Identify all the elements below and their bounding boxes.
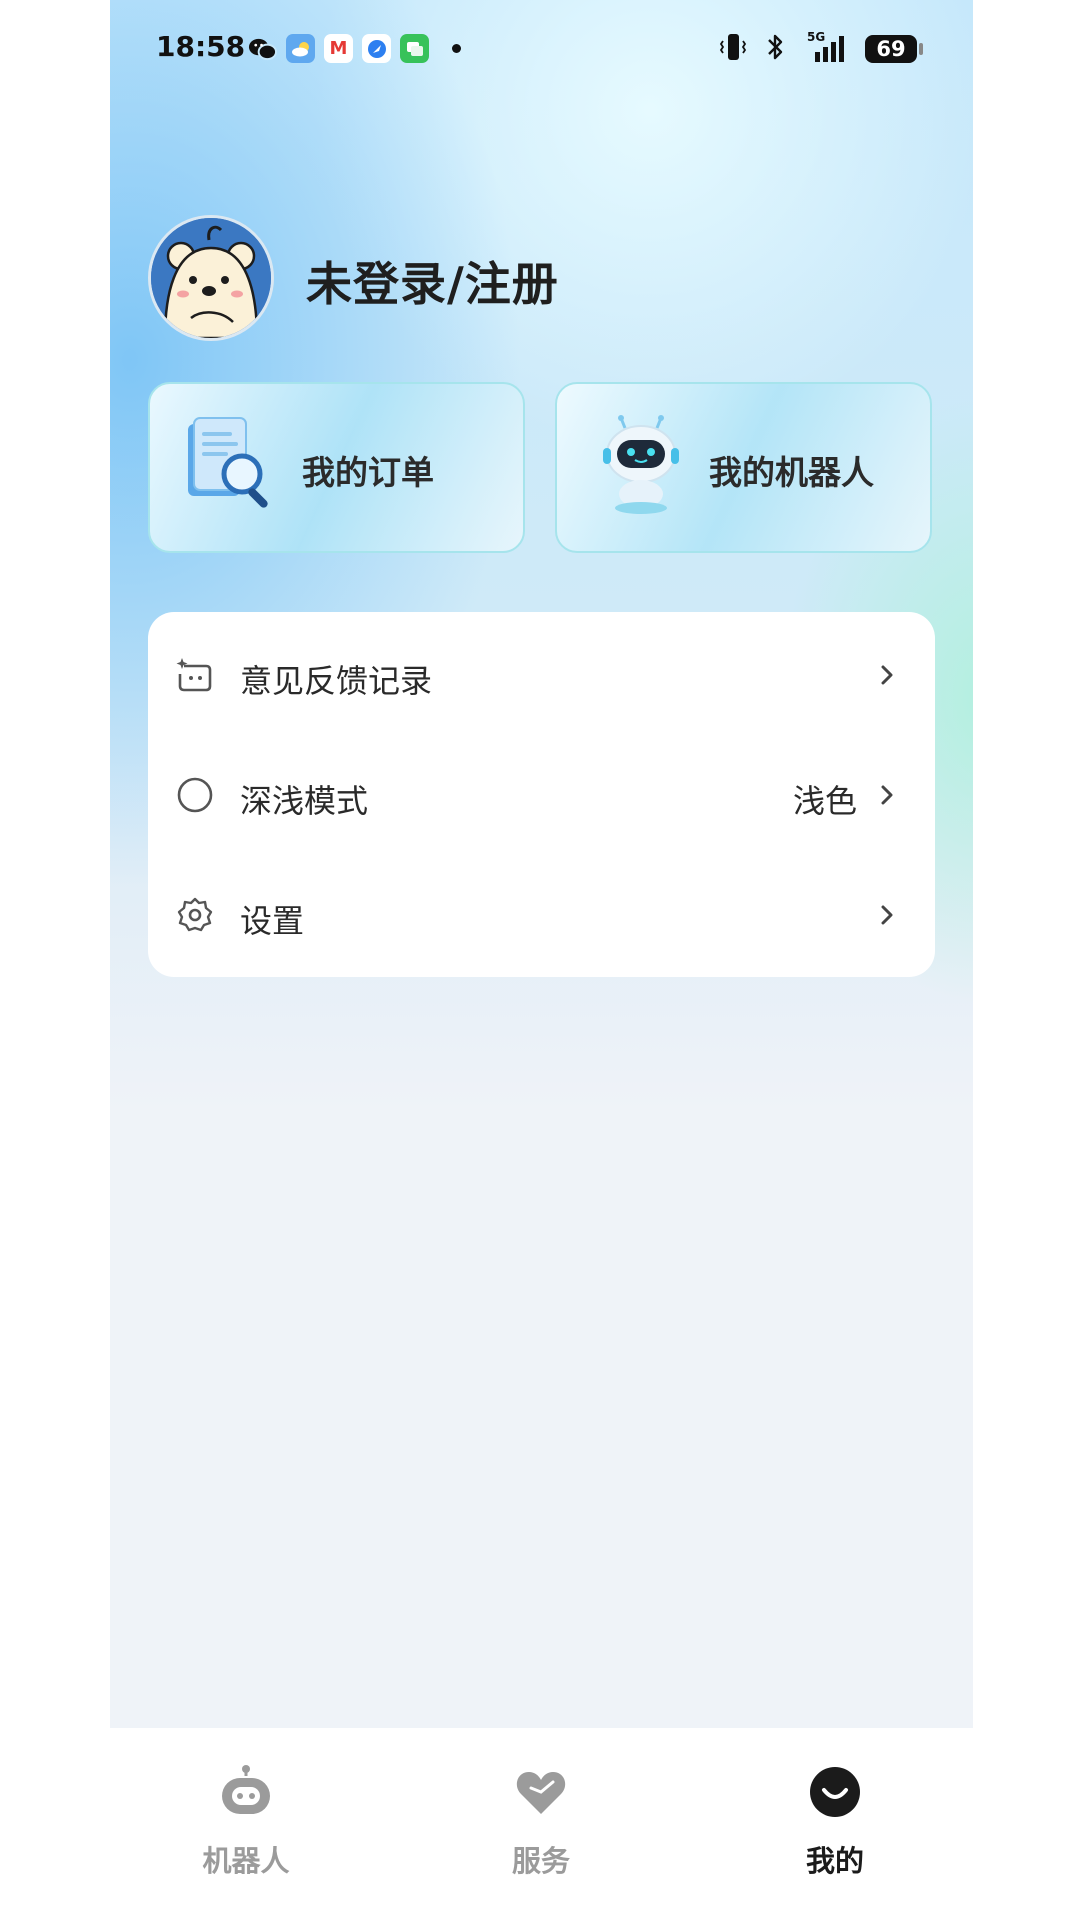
feedback-icon xyxy=(176,658,212,692)
system-icons: 5G 69 xyxy=(719,30,923,66)
status-bar: 18:58 M 5G 69 xyxy=(110,0,973,100)
bear-avatar-icon xyxy=(151,218,271,338)
tab-label: 我的 xyxy=(805,1844,864,1878)
menu-item-settings[interactable]: 设置 xyxy=(148,864,935,964)
order-search-icon xyxy=(188,417,268,508)
my-orders-label: 我的订单 xyxy=(302,453,434,492)
robot-icon xyxy=(603,415,679,514)
menu-item-label: 意见反馈记录 xyxy=(240,662,433,700)
robot-tab-icon xyxy=(222,1765,270,1814)
menu-item-feedback-records[interactable]: 意见反馈记录 xyxy=(148,624,935,724)
gear-icon xyxy=(177,897,213,932)
status-time: 18:58 xyxy=(156,30,246,63)
weather-icon xyxy=(286,34,315,63)
battery-indicator: 69 xyxy=(865,35,923,63)
chevron-right-icon xyxy=(881,785,893,805)
chevron-right-icon xyxy=(881,665,893,685)
tab-robot[interactable]: 机器人 xyxy=(146,1764,346,1894)
browser-icon xyxy=(362,34,391,63)
smile-icon xyxy=(810,1767,860,1817)
heart-icon xyxy=(516,1772,566,1814)
theme-mode-icon xyxy=(177,777,213,813)
chevron-right-icon xyxy=(881,905,893,925)
avatar[interactable] xyxy=(148,215,274,341)
mail-icon: M xyxy=(324,34,353,63)
tab-label: 服务 xyxy=(511,1844,570,1878)
menu-item-label: 设置 xyxy=(240,902,305,940)
vibrate-icon xyxy=(719,32,747,66)
login-register-link[interactable]: 未登录/注册 xyxy=(306,248,559,314)
notification-icons: M xyxy=(248,34,461,63)
bottom-tab-bar: 机器人 服务 我的 xyxy=(110,1728,973,1920)
tab-services[interactable]: 服务 xyxy=(441,1764,641,1894)
more-notifications-dot xyxy=(452,44,461,53)
menu-item-theme-mode[interactable]: 深浅模式 浅色 xyxy=(148,744,935,844)
theme-mode-value: 浅色 xyxy=(792,782,857,820)
tab-mine[interactable]: 我的 xyxy=(735,1764,935,1894)
settings-menu: 意见反馈记录 深浅模式 浅色 设置 xyxy=(148,612,935,977)
wechat-icon xyxy=(248,34,277,63)
tab-label: 机器人 xyxy=(202,1844,290,1878)
bluetooth-icon xyxy=(765,32,785,66)
my-robots-label: 我的机器人 xyxy=(709,453,874,492)
messages-icon xyxy=(400,34,429,63)
signal-icon: 5G xyxy=(803,30,847,64)
my-robots-card[interactable]: 我的机器人 xyxy=(555,382,932,553)
app-screen: 18:58 M 5G 69 未登录/注册 我的订单 我的机器人 意见反馈记录 深… xyxy=(110,0,973,1920)
my-orders-card[interactable]: 我的订单 xyxy=(148,382,525,553)
menu-item-label: 深浅模式 xyxy=(240,782,369,820)
